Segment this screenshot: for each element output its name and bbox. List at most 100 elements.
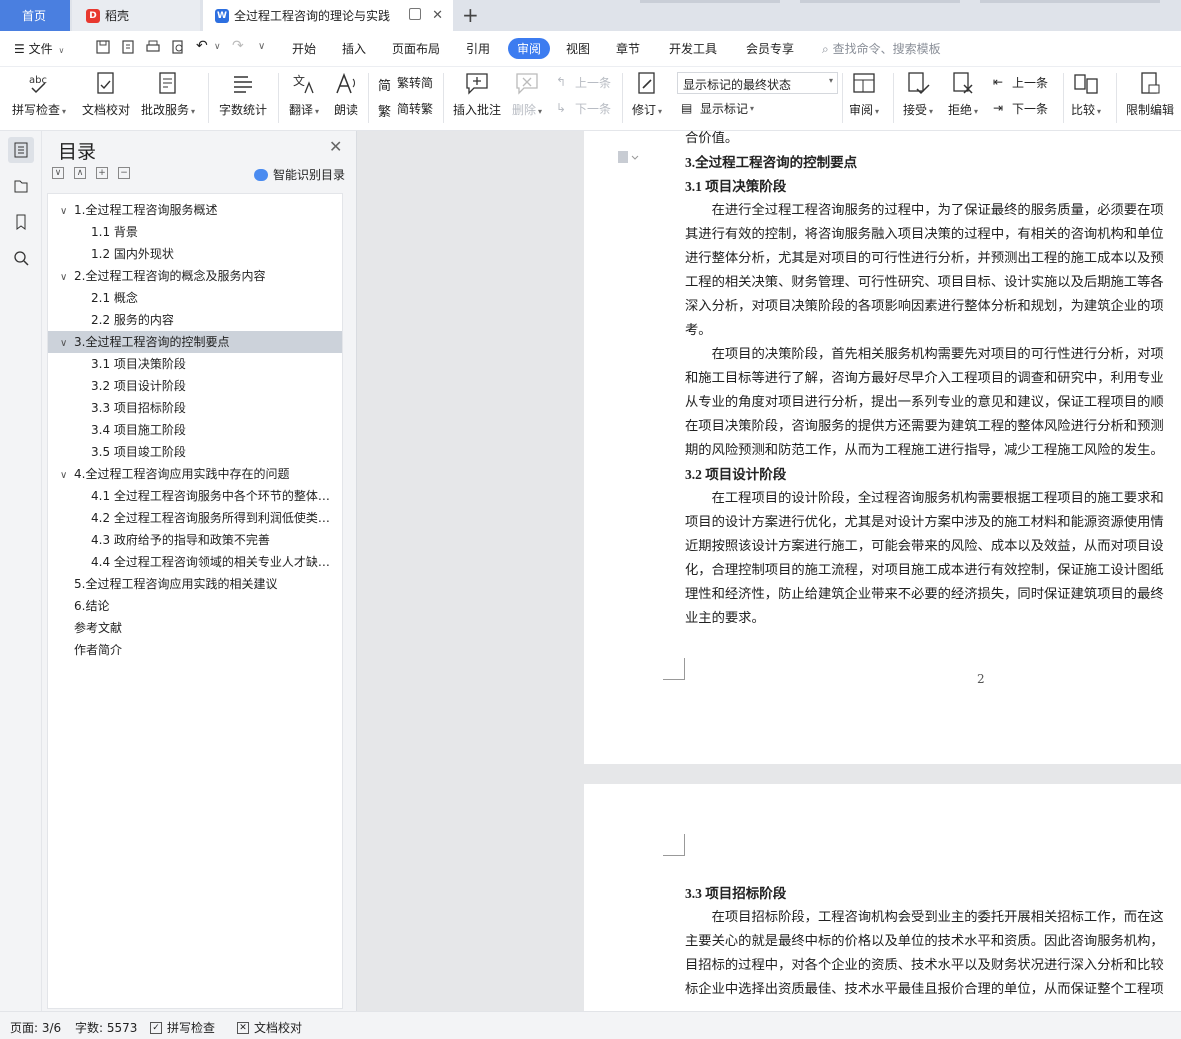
- checkbox-check-icon: ✓: [150, 1021, 162, 1034]
- toc-item[interactable]: ∨ 1.全过程工程咨询服务概述: [48, 199, 342, 221]
- toc-item[interactable]: 6.结论: [48, 595, 342, 617]
- toc-item[interactable]: 1.2 国内外现状: [48, 243, 342, 265]
- delete-comment-button[interactable]: 删除 ▾: [512, 71, 542, 118]
- close-icon[interactable]: ✕: [329, 137, 342, 156]
- document-outline-icon[interactable]: [617, 150, 639, 164]
- pin-tab-icon[interactable]: [409, 8, 421, 20]
- chevron-down-icon: ▾: [875, 107, 880, 116]
- toc-item[interactable]: 参考文献: [48, 617, 342, 639]
- toc-item[interactable]: 5.全过程工程咨询应用实践的相关建议: [48, 573, 342, 595]
- chapter-nav-icon[interactable]: [8, 173, 34, 199]
- expand-all-icon[interactable]: ∨: [52, 167, 64, 179]
- trad-to-simp-button[interactable]: 简 繁转简: [378, 74, 433, 94]
- compare-button[interactable]: 比较 ▾: [1071, 71, 1101, 118]
- file-menu[interactable]: ☰ 文件 ∨: [14, 40, 64, 57]
- undo-dropdown-icon[interactable]: ∨: [214, 42, 221, 52]
- toc-item-label: 参考文献: [74, 621, 123, 635]
- chevron-down-icon: ▾: [974, 107, 979, 116]
- simp-to-trad-button[interactable]: 繁 简转繁: [378, 100, 433, 120]
- prev-change-button[interactable]: ⇤ 上一条: [993, 74, 1048, 91]
- toc-item[interactable]: 4.2 全过程工程咨询服务所得到利润低使类…: [48, 507, 342, 529]
- toc-item[interactable]: 作者简介: [48, 639, 342, 661]
- markup-state-select[interactable]: 显示标记的最终状态 ▾: [677, 72, 838, 94]
- undo-icon[interactable]: ↶: [196, 38, 208, 54]
- quick-access-dropdown-icon[interactable]: ∨: [258, 41, 265, 52]
- accept-button[interactable]: 接受 ▾: [903, 71, 933, 118]
- page-indicator[interactable]: 页面: 3/6: [10, 1019, 61, 1036]
- chevron-down-icon[interactable]: ∨: [60, 201, 74, 221]
- insert-comment-button[interactable]: 插入批注: [453, 71, 501, 118]
- translate-button[interactable]: 文 翻译 ▾: [289, 71, 319, 118]
- track-changes-button[interactable]: 修订 ▾: [632, 71, 662, 118]
- toc-item[interactable]: ∨ 3.全过程工程咨询的控制要点: [48, 331, 342, 353]
- chevron-down-icon[interactable]: ∨: [60, 267, 74, 287]
- menu-references[interactable]: 引用: [466, 40, 490, 57]
- command-search[interactable]: ⌕ 查找命令、搜索模板: [822, 40, 941, 57]
- toc-item[interactable]: 3.2 项目设计阶段: [48, 375, 342, 397]
- toc-panel-icon[interactable]: [8, 137, 34, 163]
- toc-item[interactable]: 1.1 背景: [48, 221, 342, 243]
- status-doccheck[interactable]: ✕ 文档校对: [237, 1019, 302, 1036]
- tab-home[interactable]: 首页: [0, 0, 70, 31]
- toc-item[interactable]: 4.3 政府给予的指导和政策不完善: [48, 529, 342, 551]
- doc-paragraph-line: 在项目决策阶段，咨询服务的提供方还需要为建筑工程的整体风险进行分析和预测: [685, 419, 1164, 434]
- export-pdf-icon[interactable]: [121, 40, 135, 54]
- wordcount-label: 字数统计: [219, 103, 268, 117]
- toc-item[interactable]: ∨ 4.全过程工程咨询应用实践中存在的问题: [48, 463, 342, 485]
- reject-button[interactable]: 拒绝 ▾: [948, 71, 978, 118]
- compare-label: 比较: [1071, 103, 1096, 117]
- toc-item[interactable]: 4.1 全过程工程咨询服务中各个环节的整体…: [48, 485, 342, 507]
- next-comment-button[interactable]: ↳ 下一条: [556, 100, 611, 117]
- menu-view[interactable]: 视图: [566, 40, 590, 57]
- wordcount-button[interactable]: 字数统计: [219, 71, 267, 118]
- chevron-down-icon[interactable]: ∨: [60, 333, 74, 353]
- bookmark-icon[interactable]: [8, 209, 34, 235]
- doccheck-button[interactable]: 文档校对: [82, 71, 130, 118]
- toc-item[interactable]: 4.4 全过程工程咨询领域的相关专业人才缺…: [48, 551, 342, 573]
- menu-member[interactable]: 会员专享: [746, 40, 794, 57]
- new-tab-plus-icon[interactable]: +: [462, 3, 479, 27]
- tab-document-label: 全过程工程咨询的理论与实践: [234, 9, 391, 23]
- toc-item[interactable]: 3.4 项目施工阶段: [48, 419, 342, 441]
- remove-heading-icon[interactable]: −: [118, 167, 130, 179]
- menu-page-layout[interactable]: 页面布局: [392, 40, 440, 57]
- doc-paragraph-line: 从专业的角度对项目进行分析，提出一系列专业的意见和建议，保证工程项目的顺: [685, 395, 1164, 410]
- status-spellcheck[interactable]: ✓ 拼写检查: [150, 1019, 215, 1036]
- review-pane-button[interactable]: 审阅 ▾: [849, 71, 879, 118]
- next-change-button[interactable]: ⇥ 下一条: [993, 100, 1048, 117]
- print-icon[interactable]: [146, 40, 160, 54]
- paragraph-marker-icon[interactable]: [398, 157, 410, 171]
- document-canvas[interactable]: 2 合价值。 3.全过程工程咨询的控制要点 3.1 项目决策阶段 在进行全过程工程咨…: [357, 131, 1181, 1011]
- toc-item[interactable]: 3.5 项目竣工阶段: [48, 441, 342, 463]
- read-aloud-button[interactable]: 朗读: [333, 71, 359, 118]
- restrict-editing-button[interactable]: 限制编辑: [1126, 71, 1174, 118]
- toc-item[interactable]: 3.3 项目招标阶段: [48, 397, 342, 419]
- spellcheck-button[interactable]: abc 拼写检查 ▾: [12, 71, 66, 118]
- search-icon[interactable]: [8, 245, 34, 271]
- correction-service-button[interactable]: 批改服务 ▾: [141, 71, 195, 118]
- toc-item[interactable]: 2.1 概念: [48, 287, 342, 309]
- show-markup-button[interactable]: ▤ 显示标记 ▾: [681, 100, 754, 117]
- tab-document[interactable]: W 全过程工程咨询的理论与实践 ✕: [203, 0, 453, 31]
- doc-heading: 3.1 项目决策阶段: [685, 179, 787, 194]
- tab-daoke[interactable]: D 稻壳: [72, 0, 200, 31]
- chevron-down-icon[interactable]: ∨: [60, 465, 74, 485]
- print-preview-icon[interactable]: [171, 40, 185, 54]
- collapse-all-icon[interactable]: ∧: [74, 167, 86, 179]
- menu-review[interactable]: 审阅: [508, 38, 551, 59]
- toc-item[interactable]: ∨ 2.全过程工程咨询的概念及服务内容: [48, 265, 342, 287]
- add-heading-icon[interactable]: +: [96, 167, 108, 179]
- menu-start[interactable]: 开始: [292, 40, 316, 57]
- close-tab-icon[interactable]: ✕: [432, 8, 443, 23]
- word-count[interactable]: 字数: 5573: [75, 1019, 137, 1036]
- toc-item[interactable]: 2.2 服务的内容: [48, 309, 342, 331]
- redo-icon[interactable]: ↷: [232, 38, 244, 54]
- toc-item-label: 3.4 项目施工阶段: [91, 423, 186, 437]
- save-icon[interactable]: [96, 40, 110, 54]
- menu-chapter[interactable]: 章节: [616, 40, 640, 57]
- menu-developer[interactable]: 开发工具: [669, 40, 717, 57]
- prev-comment-button[interactable]: ↰ 上一条: [556, 74, 611, 91]
- menu-insert[interactable]: 插入: [342, 40, 366, 57]
- toc-item[interactable]: 3.1 项目决策阶段: [48, 353, 342, 375]
- smart-toc-button[interactable]: 智能识别目录: [254, 166, 345, 183]
